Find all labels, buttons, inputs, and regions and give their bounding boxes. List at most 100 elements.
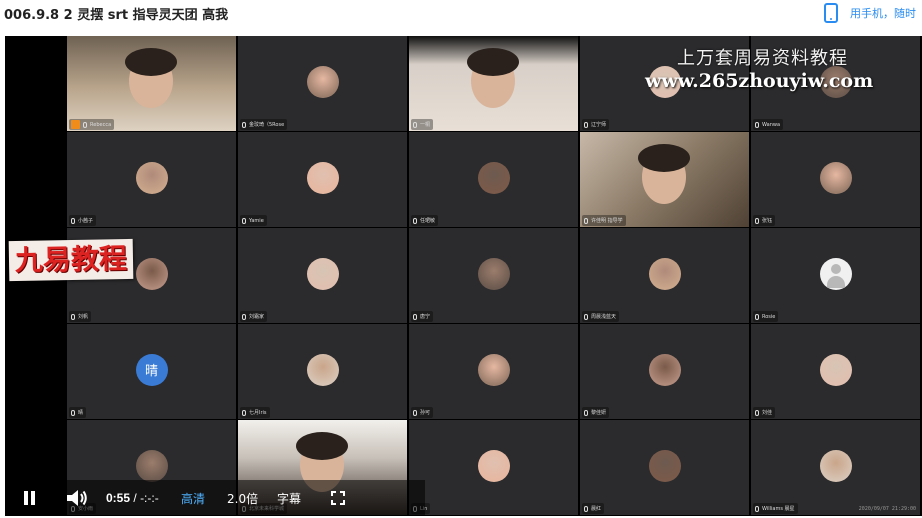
participant-avatar [306,65,339,98]
participant-namebar: 刘帆 [69,311,92,322]
participant-namebar: 许佳明 指导学 [582,215,626,226]
microphone-icon [242,121,246,128]
participant-namebar: 张钰 [753,215,776,226]
microphone-icon [584,313,588,320]
participant-namebar: 周晨浅蓝天 [582,311,620,322]
participant-video-tile: 许佳明 指导学 [580,132,749,227]
watermark-stamp-text: 九易教程 [14,242,128,277]
participant-avatar: 晴 [135,353,168,386]
participant-avatar [477,449,510,482]
watermark-text: 上万套周易资料教程 [677,48,848,69]
participant-tile: 小茜子 [67,132,236,227]
participant-avatar [135,257,168,290]
microphone-icon [71,217,75,224]
participant-avatar [306,353,339,386]
participant-namebar: 刘霜家 [240,311,268,322]
microphone-icon [755,217,759,224]
participant-name: 辽宁师 [591,122,607,128]
participant-avatar [477,353,510,386]
participant-name: 小茜子 [78,218,94,224]
participant-namebar: Rosie [753,311,779,322]
meeting-gallery: Rebecca 金玟琦（5Rose 一桐 辽宁师 Wanwa 小茜子 Yamie 任珺敏 许佳明… [67,36,922,516]
participant-namebar: Yamie [240,215,267,226]
microphone-icon [413,313,417,320]
participant-tile: 张钰 [751,132,920,227]
microphone-icon [242,217,246,224]
speed-button[interactable]: 2.0倍 [227,490,258,507]
participant-tile: 七月Iris [238,324,407,419]
participant-name: 张钰 [762,218,773,224]
participant-avatar [648,257,681,290]
participant-name: 许佳明 指导学 [591,218,623,224]
participant-namebar: 七月Iris [240,407,270,418]
participant-avatar [477,257,510,290]
participant-name: 周晨浅蓝天 [591,314,617,320]
participant-video-hair [125,48,177,76]
participant-avatar [135,449,168,482]
participant-name: 七月Iris [249,410,267,416]
participant-namebar: 晴 [69,407,87,418]
participant-tile: 唐宁 [409,228,578,323]
participant-avatar [819,449,852,482]
microphone-icon [755,409,759,416]
player-controls: 0:55 / -:-:- 高清 2.0倍 字幕 [5,480,425,516]
microphone-icon [755,505,759,512]
participant-name: 刘霜家 [249,314,265,320]
participant-name: 一桐 [420,122,431,128]
participant-tile: 刘佳 [751,324,920,419]
participant-tile: Yamie [238,132,407,227]
participant-name: Rebecca [90,121,112,128]
participant-avatar [648,353,681,386]
microphone-icon [413,121,417,128]
quality-button[interactable]: 高清 [181,490,205,507]
microphone-icon [83,121,87,128]
participant-video-hair [638,144,690,172]
participant-tile: 晴晴 [67,324,236,419]
participant-name: 刘帆 [78,314,89,320]
microphone-icon [71,313,75,320]
participant-name: 任珺敏 [420,218,436,224]
pause-icon[interactable] [23,491,37,505]
participant-namebar: 孙可 [411,407,434,418]
participant-tile: 晨红 [580,420,749,515]
participant-namebar: Rebecca [69,119,115,130]
time-display: 0:55 / -:-:- [106,491,159,505]
fullscreen-icon[interactable] [331,491,345,505]
participant-name: Yamie [249,217,264,224]
participant-avatar [819,353,852,386]
participant-tile: 黎佳妍 [580,324,749,419]
current-time: 0:55 [106,491,131,505]
subtitle-button[interactable]: 字幕 [277,490,301,507]
participant-avatar [477,161,510,194]
participant-tile: 金玟琦（5Rose [238,36,407,131]
participant-name: Rosie [762,313,776,320]
participant-avatar [819,257,852,290]
participant-name: 晨红 [591,506,602,512]
participant-tile: Rosie [751,228,920,323]
participant-tile: 任珺敏 [409,132,578,227]
participant-avatar [135,161,168,194]
participant-video-hair [467,48,519,76]
participant-namebar: 辽宁师 [582,119,610,130]
microphone-icon [71,409,75,416]
participant-namebar: 晨红 [582,503,605,514]
participant-avatar [306,161,339,194]
participant-tile: Williams 晨星 [751,420,920,515]
video-player[interactable]: Rebecca 金玟琦（5Rose 一桐 辽宁师 Wanwa 小茜子 Yamie 任珺敏 许佳明… [5,36,922,516]
participant-name: 刘佳 [762,410,773,416]
participant-avatar [648,449,681,482]
watch-on-phone-link[interactable]: 用手机，随时 [824,2,916,24]
participant-namebar: 黎佳妍 [582,407,610,418]
participant-namebar: Wanwa [753,119,784,130]
participant-name: 金玟琦（5Rose [249,122,285,128]
microphone-icon [584,217,588,224]
phone-icon [824,3,838,23]
participant-name: 孙可 [420,410,431,416]
recording-timestamp: 2020/09/07 21:29:00 [858,506,916,512]
participant-namebar: 任珺敏 [411,215,439,226]
participant-name: 黎佳妍 [591,410,607,416]
volume-icon[interactable] [66,489,88,507]
watch-on-phone-label: 用手机，随时 [850,7,916,20]
participant-name: 晴 [78,410,84,416]
participant-namebar: 一桐 [411,119,434,130]
